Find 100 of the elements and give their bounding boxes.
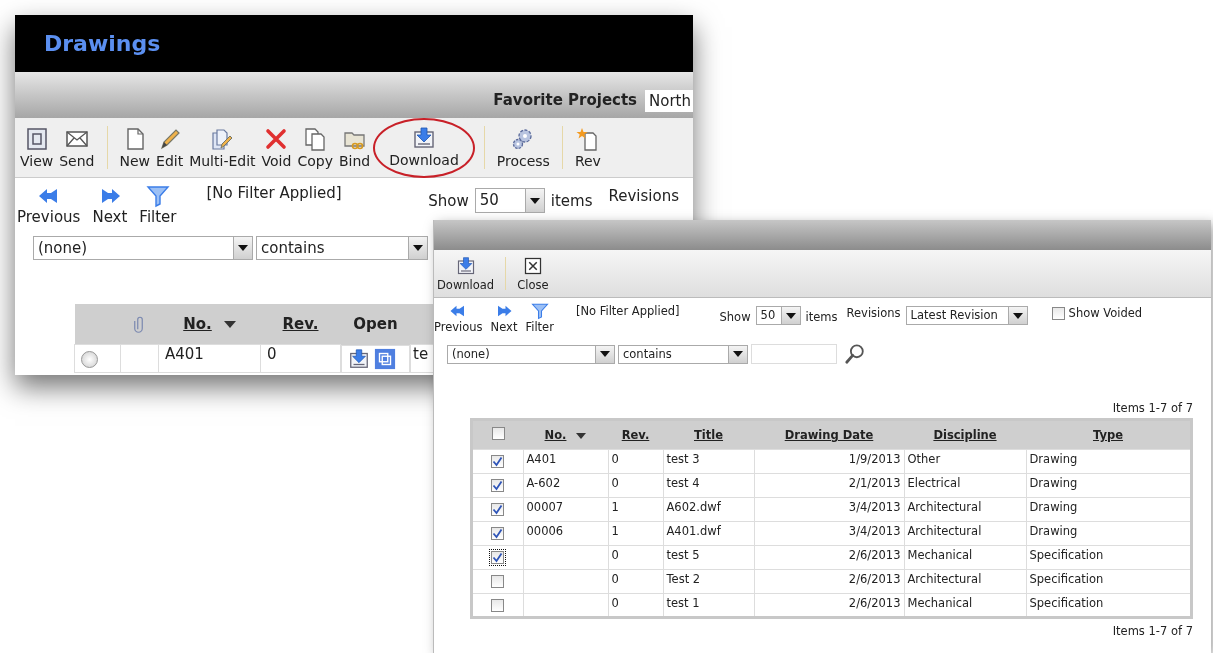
table-cell: test 5 (666, 548, 700, 562)
caret-icon (600, 351, 610, 357)
table-cell: Specification (1029, 572, 1104, 586)
table-cell: Drawing (1029, 452, 1078, 466)
checkbox[interactable] (491, 427, 505, 440)
table-cell: Electrical (907, 476, 961, 490)
table-cell: A401 (165, 345, 204, 363)
next-button[interactable]: Next (92, 184, 128, 226)
items-count: Items 1-7 of 7 (1112, 401, 1193, 416)
items-count: Items 1-7 of 7 (1112, 624, 1193, 639)
copy-button[interactable]: Copy (294, 126, 336, 169)
previous-button[interactable]: Previous (434, 302, 483, 334)
funnel-icon (145, 184, 170, 208)
caret-icon (1012, 312, 1023, 319)
table-cell: Mechanical (907, 596, 973, 610)
next-button[interactable]: Next (490, 302, 518, 334)
caret-icon (785, 312, 796, 319)
table-cell: 1/9/2013 (848, 452, 901, 466)
caret-icon (413, 245, 423, 251)
edit-button[interactable]: Edit (153, 126, 187, 169)
operator-dropdown[interactable]: contains (256, 236, 428, 260)
field-dropdown[interactable]: (none) (33, 236, 253, 260)
viewer-icon (374, 347, 396, 370)
table-cell: Drawing (1029, 476, 1078, 490)
copy-icon (303, 126, 328, 151)
sort-arrow-icon (223, 321, 236, 328)
x-mark-icon (264, 126, 289, 151)
filter-button[interactable]: Filter (525, 302, 554, 334)
close-button[interactable]: Close (514, 255, 552, 292)
show-label: Show (719, 310, 751, 324)
multi-edit-button[interactable]: Multi-Edit (186, 126, 259, 169)
table-cell: 3/4/2013 (848, 500, 901, 514)
checkbox[interactable] (491, 599, 505, 612)
table-cell: Architectural (907, 524, 982, 538)
caret-icon (529, 197, 540, 204)
download-icon (455, 255, 476, 276)
process-button[interactable]: Process (493, 126, 553, 169)
checkbox[interactable] (1051, 306, 1065, 320)
table-cell: Specification (1029, 596, 1104, 610)
radio-button[interactable] (81, 351, 98, 368)
table-cell: Drawing (1029, 524, 1078, 538)
table-cell: 2/1/2013 (848, 476, 901, 490)
send-button[interactable]: Send (56, 126, 98, 169)
window-title: Drawings (44, 31, 161, 56)
table-cell: 0 (611, 452, 619, 466)
table-cell: 0 (611, 548, 619, 562)
table-cell: Architectural (907, 572, 982, 586)
table-cell: Specification (1029, 548, 1104, 562)
table-cell: Architectural (907, 500, 982, 514)
table-cell: Mechanical (907, 548, 973, 562)
checkbox[interactable] (491, 527, 505, 540)
table-cell: Other (907, 452, 941, 466)
table-cell: 2/6/2013 (848, 596, 901, 610)
search-icon (844, 343, 866, 365)
table-cell: A602.dwf (666, 500, 721, 514)
table-cell: Test 2 (666, 572, 701, 586)
items-label: items (805, 310, 838, 324)
table-cell: 0 (267, 345, 277, 363)
table-cell: A401.dwf (666, 524, 721, 538)
pages-pencil-icon (210, 126, 235, 151)
filter-button[interactable]: Filter (139, 184, 177, 226)
table-cell: Drawing (1029, 500, 1078, 514)
project-dropdown[interactable]: North (645, 90, 693, 112)
page-star-icon (575, 126, 600, 151)
caret-icon (733, 351, 743, 357)
table-cell: 1 (611, 500, 619, 514)
revisions-label: Revisions (846, 306, 901, 320)
new-button[interactable]: New (116, 126, 154, 169)
revise-button[interactable]: Rev (571, 126, 604, 169)
checkbox[interactable] (491, 479, 505, 492)
table-cell: 0 (611, 596, 619, 610)
column-header[interactable]: Title (694, 428, 723, 442)
show-label: Show (428, 192, 469, 210)
table-cell: A-602 (526, 476, 561, 490)
download-icon (348, 347, 370, 370)
revisions-dropdown[interactable]: Latest Revision (905, 306, 1028, 325)
table-cell: 0 (611, 572, 619, 586)
operator-dropdown[interactable]: contains (618, 344, 748, 364)
table-cell: 3/4/2013 (848, 524, 901, 538)
view-button[interactable]: View (17, 126, 57, 169)
bind-button[interactable]: Bind (335, 126, 374, 169)
void-button[interactable]: Void (258, 126, 295, 169)
table-cell: 00006 (526, 524, 564, 538)
caret-icon (238, 245, 248, 251)
page-size-dropdown[interactable]: 50 (755, 306, 801, 325)
column-header[interactable]: Type (1093, 428, 1123, 442)
previous-button[interactable]: Previous (17, 184, 81, 226)
field-dropdown[interactable]: (none) (447, 344, 615, 364)
filter-status: [No Filter Applied] (206, 184, 342, 202)
filter-status: [No Filter Applied] (575, 304, 680, 318)
search-field[interactable] (751, 344, 837, 364)
checkbox[interactable] (491, 575, 505, 588)
circled-download-button[interactable]: Download (373, 117, 475, 178)
page-size-dropdown[interactable]: 50 (474, 188, 545, 213)
download-button[interactable]: Download (434, 255, 498, 292)
sort-arrow-icon (576, 432, 587, 439)
items-label: items (550, 192, 593, 210)
checkbox[interactable] (491, 503, 505, 516)
checkbox[interactable] (491, 455, 505, 468)
table-cell: te (413, 345, 429, 363)
